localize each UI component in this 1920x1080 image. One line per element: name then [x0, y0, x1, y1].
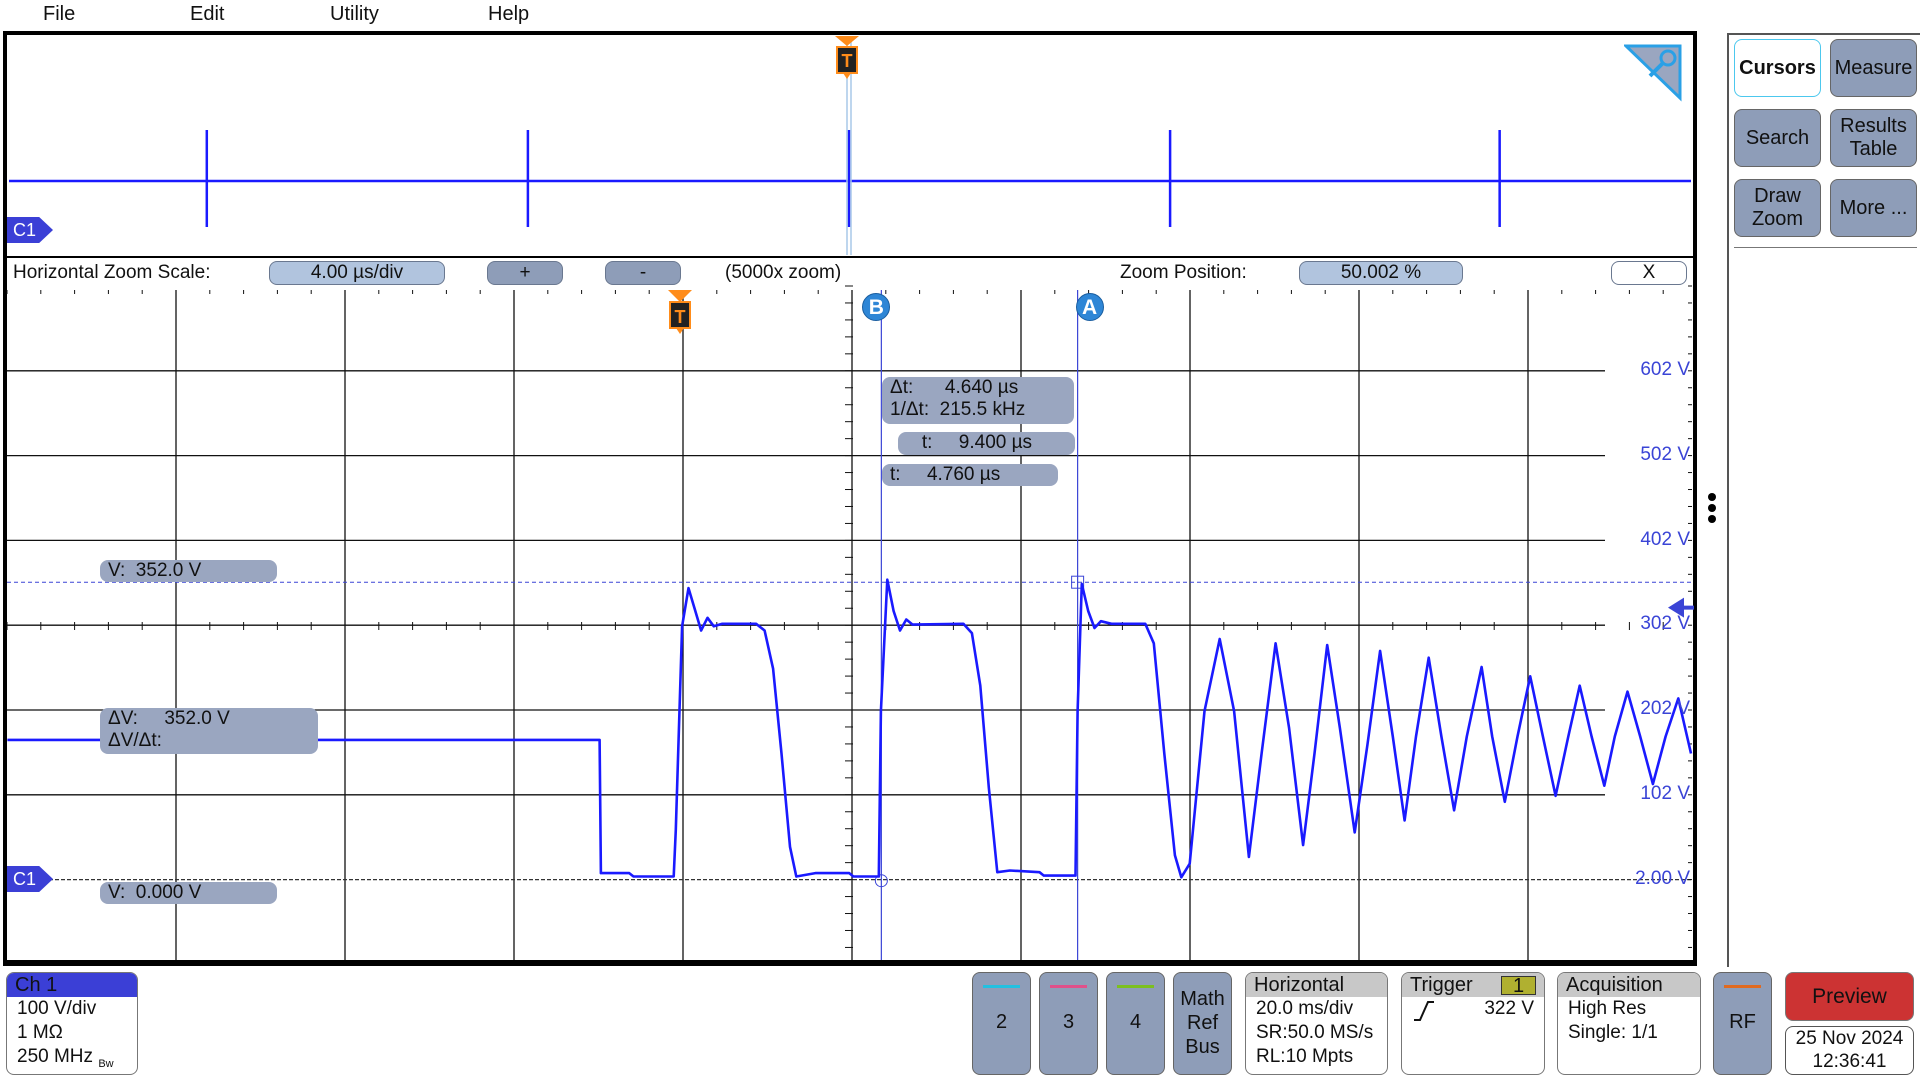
- ch4-label: 4: [1129, 1011, 1142, 1033]
- svg-text:T: T: [842, 51, 853, 71]
- y-axis-label: 2.00 V: [1635, 867, 1690, 889]
- trigger-settings: 322 V: [1402, 997, 1544, 1026]
- trigger-badge[interactable]: Trigger 1 322 V: [1401, 972, 1545, 1075]
- cursor-v-top-readout: V: 352.0 V: [100, 560, 277, 582]
- math-label: Math: [1180, 988, 1225, 1010]
- ch3-label: 3: [1062, 1011, 1075, 1033]
- channel-2-button[interactable]: 2: [972, 972, 1031, 1075]
- date-time[interactable]: 25 Nov 2024 12:36:41: [1785, 1026, 1914, 1075]
- sample-rate: SR:50.0 MS/s: [1256, 1022, 1374, 1043]
- more-options-icon[interactable]: [1707, 492, 1717, 524]
- trigger-source: 1: [1501, 976, 1536, 996]
- delta-v: ΔV: 352.0 V: [108, 708, 230, 729]
- acquisition-title: Acquisition: [1558, 973, 1700, 997]
- acquisition-count: Single: 1/1: [1568, 1022, 1658, 1043]
- horizontal-badge[interactable]: Horizontal 20.0 ms/div SR:50.0 MS/s RL:1…: [1245, 972, 1388, 1075]
- cursor-delta-v-readout: ΔV: 352.0 V ΔV/Δt:: [100, 708, 318, 754]
- ch2-label: 2: [995, 1011, 1008, 1033]
- trigger-title-text: Trigger: [1410, 974, 1473, 996]
- measure-button[interactable]: Measure: [1830, 39, 1917, 97]
- trigger-level: 322 V: [1484, 998, 1534, 1019]
- cursor-b-time-readout: t: 4.760 µs: [882, 464, 1058, 486]
- y-axis-label: 402 V: [1640, 528, 1690, 550]
- y-axis-label: 202 V: [1640, 698, 1690, 720]
- horizontal-title: Horizontal: [1246, 973, 1387, 997]
- y-axis-label: 602 V: [1640, 359, 1690, 380]
- channel-4-button[interactable]: 4: [1106, 972, 1165, 1075]
- divider: [1734, 247, 1917, 248]
- draw-zoom-button[interactable]: Draw Zoom: [1734, 179, 1821, 237]
- delta-v-dt: ΔV/Δt:: [108, 730, 162, 751]
- search-button[interactable]: Search: [1734, 109, 1821, 167]
- cursor-a-marker[interactable]: A: [1075, 293, 1104, 321]
- trigger-position-marker: T: [668, 290, 692, 334]
- inverse-delta-t: 1/Δt: 215.5 kHz: [890, 399, 1026, 420]
- y-axis-label: 102 V: [1640, 783, 1690, 804]
- horizontal-scale: 20.0 ms/div: [1256, 998, 1354, 1019]
- y-axis-label: 502 V: [1640, 443, 1690, 465]
- acquisition-badge[interactable]: Acquisition High Res Single: 1/1: [1557, 972, 1701, 1075]
- bandwidth-limit-icon: Bw: [98, 1057, 114, 1070]
- acquisition-mode: High Res: [1568, 998, 1647, 1019]
- time: 12:36:41: [1812, 1051, 1887, 1072]
- ch1-title: Ch 1: [7, 973, 137, 997]
- date: 25 Nov 2024: [1795, 1028, 1904, 1049]
- cursor-a-time-readout: t: 9.400 µs: [898, 432, 1075, 455]
- cursors-button[interactable]: Cursors: [1734, 39, 1821, 97]
- ch1-bandwidth: 250 MHz Bw: [7, 1045, 137, 1074]
- svg-text:T: T: [675, 307, 686, 327]
- cursor-v-bottom-readout: V: 0.000 V: [100, 882, 277, 904]
- math-ref-bus-button[interactable]: Math Ref Bus: [1173, 972, 1232, 1075]
- channel-1-badge[interactable]: Ch 1 100 V/div 1 MΩ 250 MHz Bw: [6, 972, 138, 1075]
- channel-3-button[interactable]: 3: [1039, 972, 1098, 1075]
- side-panel: Cursors Measure Search Results Table Dra…: [1727, 33, 1920, 967]
- rf-label: RF: [1729, 1011, 1756, 1033]
- delta-t: Δt: 4.640 µs: [890, 377, 1019, 398]
- ch1-impedance: 1 MΩ: [17, 1022, 63, 1043]
- bus-label: Bus: [1185, 1036, 1220, 1058]
- cursor-delta-t-readout: Δt: 4.640 µs 1/Δt: 215.5 kHz: [882, 377, 1074, 424]
- overview-trigger-marker: T: [835, 36, 859, 79]
- rf-button[interactable]: RF: [1713, 972, 1772, 1075]
- more-button[interactable]: More ...: [1830, 179, 1917, 237]
- y-axis-label: 302 V: [1640, 613, 1690, 635]
- record-length: RL:10 Mpts: [1256, 1046, 1354, 1067]
- results-table-button[interactable]: Results Table: [1830, 109, 1917, 167]
- preview-button[interactable]: Preview: [1785, 972, 1914, 1021]
- ch1-scale: 100 V/div: [17, 998, 97, 1019]
- ch1-bandwidth-value: 250 MHz: [17, 1046, 94, 1067]
- rising-edge-icon: [1414, 1001, 1434, 1021]
- ref-label: Ref: [1186, 1012, 1219, 1034]
- trigger-title: Trigger 1: [1402, 973, 1544, 997]
